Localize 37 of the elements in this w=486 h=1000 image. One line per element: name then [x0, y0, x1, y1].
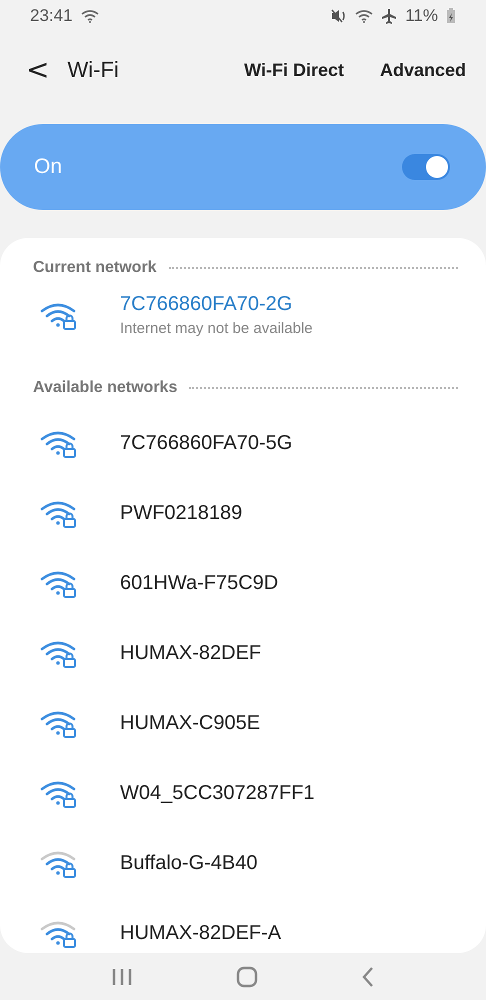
network-item[interactable]: 7C766860FA70-2G Internet may not be available	[0, 280, 486, 350]
network-name: HUMAX-82DEF-A	[120, 922, 282, 944]
section-heading: Current network	[33, 259, 157, 277]
battery-icon	[446, 8, 456, 24]
back-button[interactable]: <	[26, 56, 50, 84]
network-item[interactable]: 7C766860FA70-5G	[0, 408, 486, 478]
network-name: 7C766860FA70-2G	[120, 293, 294, 316]
network-name: Buffalo-G-4B40	[120, 852, 258, 874]
clock: 23:41	[30, 6, 73, 26]
header-action[interactable]: Advanced	[364, 60, 466, 80]
mute-icon	[331, 9, 348, 23]
network-item[interactable]: HUMAX-82DEF	[0, 618, 486, 688]
network-name: 601HWa-F75C9D	[120, 572, 278, 594]
network-name: HUMAX-C905E	[120, 712, 260, 734]
toggle-switch[interactable]	[402, 154, 450, 180]
home-icon[interactable]	[236, 966, 258, 988]
network-name: W04_5CC307287FF1	[120, 782, 315, 804]
network-item[interactable]: HUMAX-C905E	[0, 688, 486, 758]
header-action[interactable]: Wi-Fi Direct	[228, 60, 344, 80]
network-item[interactable]: HUMAX-82DEF-A	[0, 898, 486, 953]
wifi-icon	[355, 9, 374, 23]
switch-label: On	[34, 155, 64, 179]
airplane-icon	[381, 8, 398, 24]
network-name: HUMAX-82DEF	[120, 642, 262, 664]
network-name: 7C766860FA70-5G	[120, 432, 292, 454]
network-status: Internet may not be available	[120, 320, 313, 337]
network-item[interactable]: Buffalo-G-4B40	[0, 828, 486, 898]
network-name: PWF0218189	[120, 502, 242, 524]
battery-percent: 11%	[405, 6, 438, 26]
back-icon[interactable]	[360, 966, 375, 988]
section-heading: Available networks	[33, 379, 178, 397]
network-item[interactable]: 601HWa-F75C9D	[0, 548, 486, 618]
network-item[interactable]: PWF0218189	[0, 478, 486, 548]
wifi-icon	[80, 9, 99, 23]
page-title: Wi-Fi	[67, 57, 119, 83]
recent-apps-icon[interactable]	[111, 966, 134, 986]
network-item[interactable]: W04_5CC307287FF1	[0, 758, 486, 828]
